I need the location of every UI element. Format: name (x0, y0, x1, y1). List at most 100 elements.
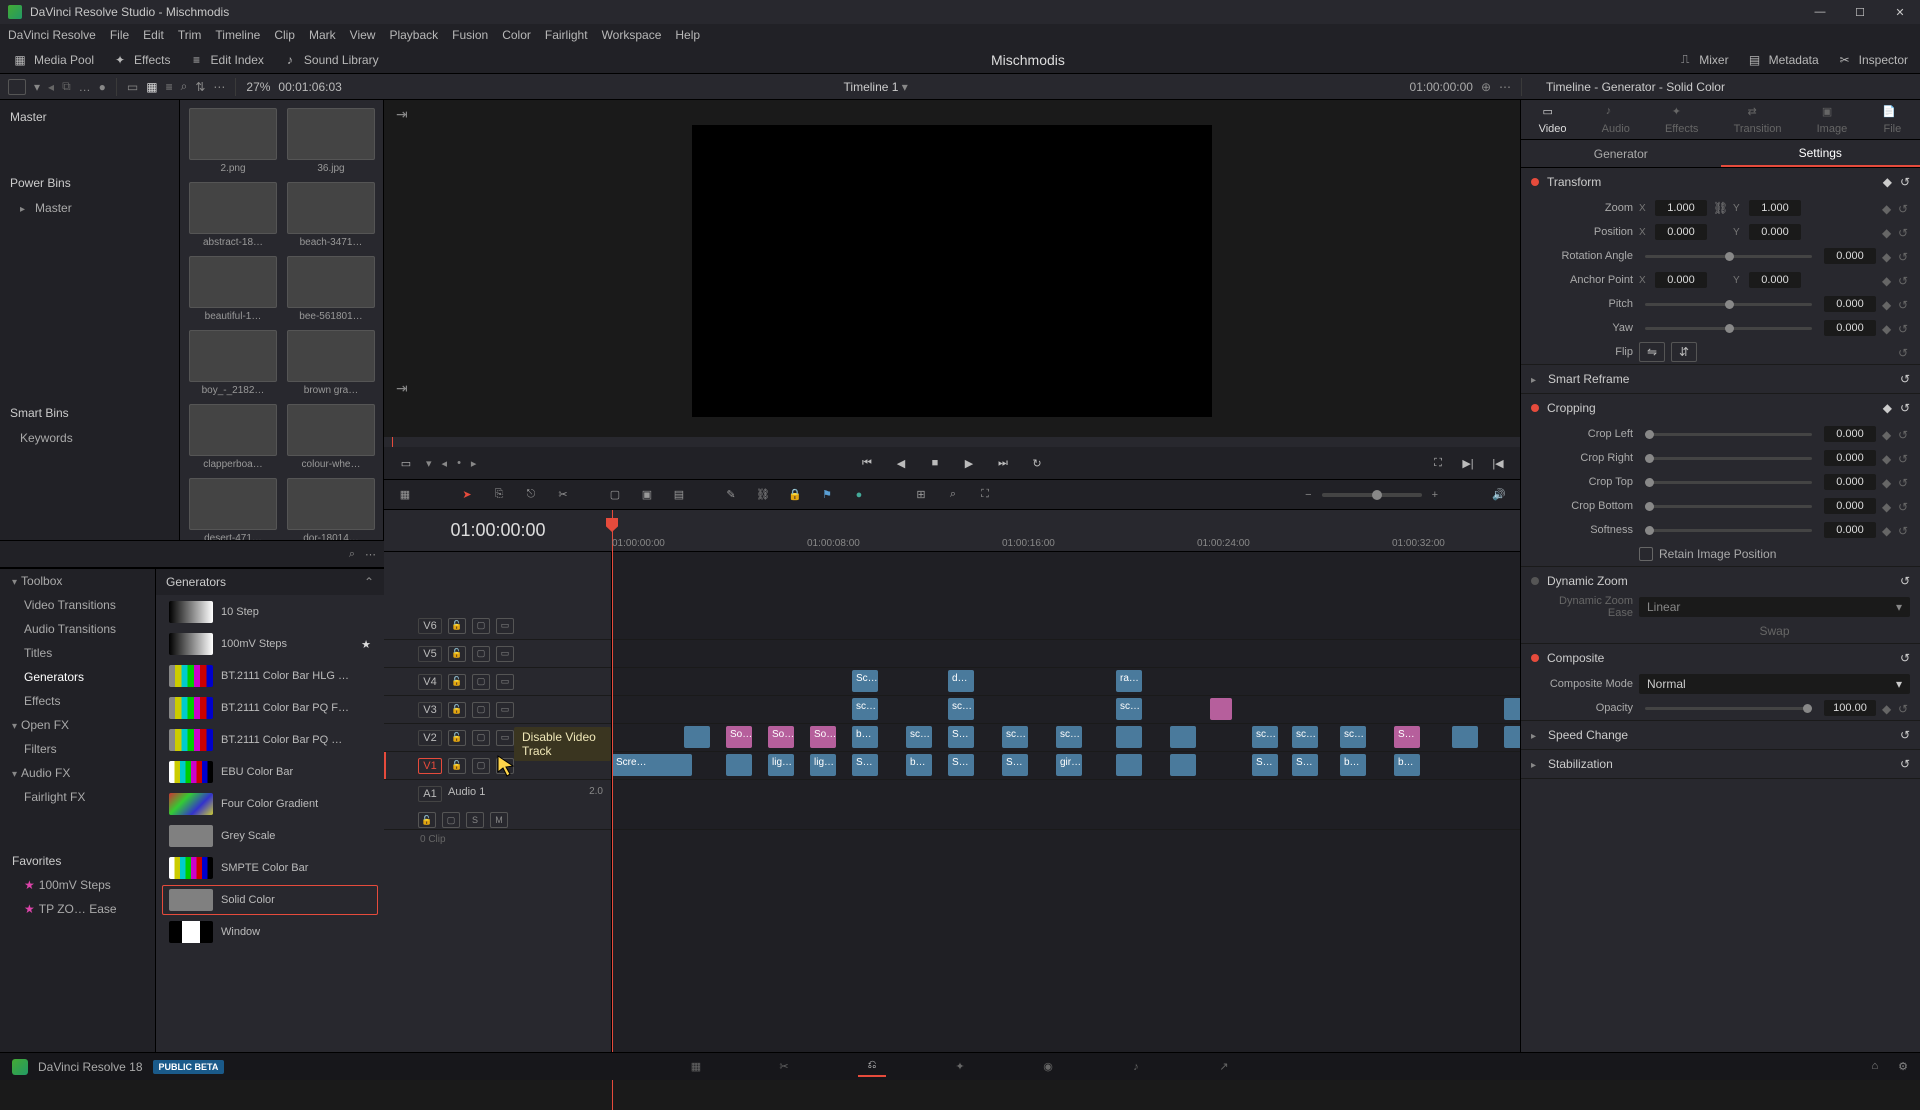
color-page-icon[interactable]: ◉ (1034, 1057, 1062, 1077)
clip[interactable]: sc… (1116, 698, 1142, 720)
clip[interactable]: S… (1394, 726, 1420, 748)
media-thumb[interactable]: dor-18014… (286, 478, 376, 540)
clip[interactable]: S… (948, 754, 974, 776)
viewer-zoom[interactable]: 27% (246, 80, 270, 94)
pos-y-field[interactable]: 0.000 (1749, 224, 1801, 240)
inspector-tab-file[interactable]: 📄File (1882, 105, 1902, 135)
zoom-in-icon[interactable]: + (1432, 489, 1438, 501)
maximize-button[interactable]: ☐ (1840, 0, 1880, 24)
disable-track-icon[interactable]: ▭ (496, 618, 514, 634)
zoom-slider[interactable] (1322, 493, 1422, 497)
composite-header[interactable]: Composite↺ (1521, 644, 1920, 672)
fx-openfx[interactable]: Open FX (0, 713, 155, 737)
link-tool[interactable]: ⛓ (752, 485, 774, 505)
edit-page-icon[interactable]: ⎌ (858, 1057, 886, 1077)
media-thumb[interactable]: abstract-18… (188, 182, 278, 248)
menu-fairlight[interactable]: Fairlight (545, 28, 588, 42)
media-thumb[interactable]: 36.jpg (286, 108, 376, 174)
lock-icon[interactable]: 🔓 (448, 618, 466, 634)
clip[interactable]: S… (948, 726, 974, 748)
clip[interactable]: b… (1340, 754, 1366, 776)
zoom-out-icon[interactable]: − (1305, 489, 1311, 501)
timeline-view-icon[interactable]: ▦ (394, 485, 416, 505)
list-view-icon[interactable]: ≡ (166, 80, 173, 94)
dynamic-trim-tool[interactable]: ⎋ (520, 485, 542, 505)
yaw-slider[interactable] (1645, 327, 1812, 330)
media-thumb[interactable]: desert-471… (188, 478, 278, 540)
pos-x-field[interactable]: 0.000 (1655, 224, 1707, 240)
master-bin[interactable]: Master (0, 100, 179, 130)
transform-header[interactable]: Transform◆↺ (1521, 168, 1920, 196)
fairlight-page-icon[interactable]: ♪ (1122, 1057, 1150, 1077)
track-head-v4[interactable]: V4🔓▢▭ (384, 668, 611, 696)
generator-item[interactable]: Window (162, 917, 378, 947)
metadata-toggle[interactable]: ▤Metadata (1747, 53, 1819, 67)
step-back-button[interactable]: ◀ (891, 454, 911, 472)
media-page-icon[interactable]: ▦ (682, 1057, 710, 1077)
more-icon[interactable]: ⋯ (213, 80, 225, 94)
clip[interactable]: sc… (852, 698, 878, 720)
crop-top-slider[interactable] (1645, 481, 1812, 484)
anchor-x-field[interactable]: 0.000 (1655, 272, 1707, 288)
inspector-toggle[interactable]: ✂Inspector (1837, 53, 1908, 67)
record-icon[interactable]: ● (99, 80, 106, 94)
stop-button[interactable]: ■ (925, 454, 945, 472)
play-button[interactable]: ▶ (959, 454, 979, 472)
next-edit-icon[interactable]: ▶| (1458, 454, 1478, 472)
crop-left-slider[interactable] (1645, 433, 1812, 436)
media-thumb[interactable]: clapperboa… (188, 404, 278, 470)
crop-soft-slider[interactable] (1645, 529, 1812, 532)
prev-edit-icon[interactable]: |◀ (1488, 454, 1508, 472)
zoom-tool[interactable]: ⌕ (942, 485, 964, 505)
menu-fusion[interactable]: Fusion (452, 28, 488, 42)
cropping-header[interactable]: Cropping◆↺ (1521, 394, 1920, 422)
clip[interactable]: lig… (768, 754, 794, 776)
inspector-tab-image[interactable]: ▣Image (1817, 105, 1848, 135)
mixer-toggle[interactable]: ⎍Mixer (1677, 53, 1728, 67)
pitch-slider[interactable] (1645, 303, 1812, 306)
flip-h-button[interactable]: ⇋ (1639, 342, 1665, 362)
generator-item[interactable]: BT.2111 Color Bar PQ F… (162, 693, 378, 723)
viewer-scrubber[interactable] (384, 437, 1520, 447)
menu-trim[interactable]: Trim (178, 28, 202, 42)
clip[interactable]: sc… (1252, 726, 1278, 748)
clip[interactable] (1170, 726, 1196, 748)
clip[interactable]: S… (1292, 754, 1318, 776)
inspector-subtab-settings[interactable]: Settings (1721, 140, 1920, 167)
clip[interactable]: ra… (1116, 670, 1142, 692)
favorites-header[interactable]: Favorites (0, 849, 155, 873)
disable-track-v2-icon[interactable]: ▭ (496, 730, 514, 746)
clip[interactable]: sc… (948, 698, 974, 720)
menu-timeline[interactable]: Timeline (215, 28, 260, 42)
solo-button[interactable]: S (466, 812, 484, 828)
fx-video-transitions[interactable]: Video Transitions (0, 593, 155, 617)
auto-select-icon[interactable]: ▢ (472, 618, 490, 634)
annotate-tool[interactable]: ✎ (720, 485, 742, 505)
inspector-tab-video[interactable]: ▭Video (1539, 105, 1567, 135)
fx-audio-transitions[interactable]: Audio Transitions (0, 617, 155, 641)
retain-checkbox[interactable] (1639, 547, 1653, 561)
selection-tool[interactable]: ➤ (456, 485, 478, 505)
clip[interactable]: So… (726, 726, 752, 748)
fav-tpzo[interactable]: ★TP ZO… Ease (0, 897, 155, 921)
nav-back-icon[interactable]: ◂ (48, 80, 54, 94)
menu-workspace[interactable]: Workspace (602, 28, 662, 42)
trim-tool[interactable]: ⎘ (488, 485, 510, 505)
clip[interactable]: sc… (906, 726, 932, 748)
track-head-v2[interactable]: V2🔓▢▭ Disable Video Track (384, 724, 611, 752)
generator-item[interactable]: 100mV Steps★ (162, 629, 378, 659)
collapse-icon[interactable]: ⌃ (364, 575, 374, 589)
marker-dot-icon[interactable]: • (457, 457, 461, 469)
clip[interactable]: So… (810, 726, 836, 748)
link-icon[interactable]: ⧉ (62, 79, 71, 94)
grid-view-icon[interactable]: ▦ (146, 80, 157, 94)
sort-icon[interactable]: ⇅ (195, 80, 205, 94)
inspector-subtab-generator[interactable]: Generator (1521, 140, 1721, 167)
replace-tool[interactable]: ▤ (668, 485, 690, 505)
media-thumb[interactable]: colour-whe… (286, 404, 376, 470)
clip[interactable] (1170, 754, 1196, 776)
clip[interactable] (1504, 726, 1520, 748)
generator-item[interactable]: Solid Color (162, 885, 378, 915)
lock-tool[interactable]: 🔒 (784, 485, 806, 505)
menu-playback[interactable]: Playback (389, 28, 438, 42)
